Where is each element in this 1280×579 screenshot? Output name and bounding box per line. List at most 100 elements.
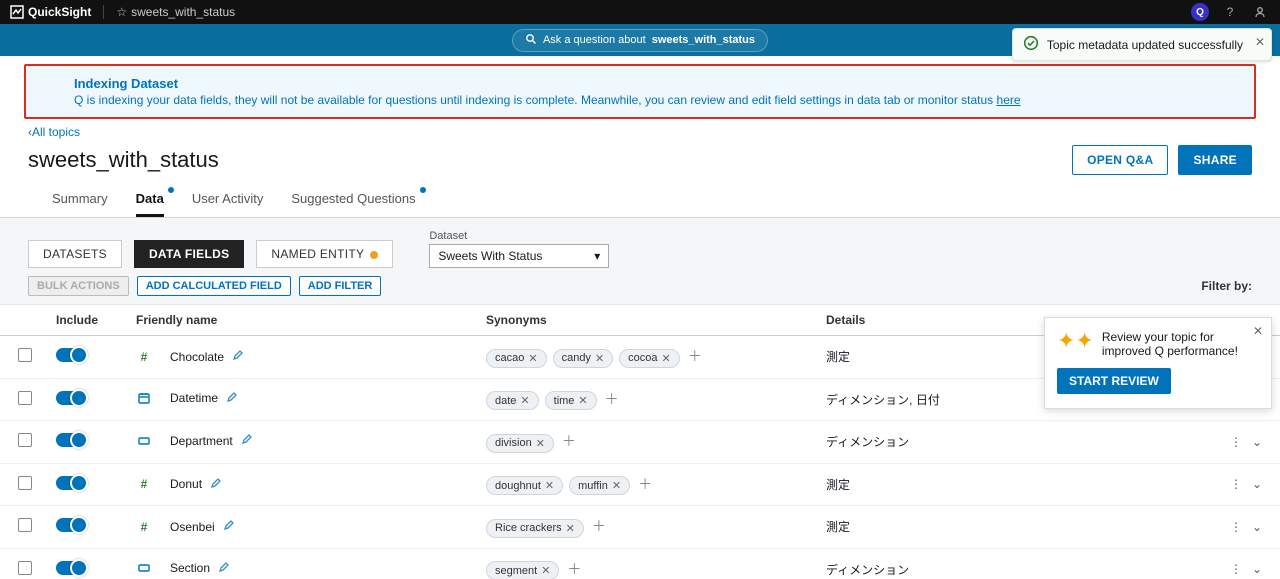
toast-close-icon[interactable]: ✕: [1255, 35, 1265, 49]
field-name: Chocolate: [170, 350, 224, 364]
q-badge[interactable]: Q: [1190, 2, 1210, 22]
edit-icon[interactable]: [241, 433, 253, 448]
synonym-chip[interactable]: muffin ✕: [569, 476, 630, 495]
start-review-button[interactable]: START REVIEW: [1057, 368, 1171, 394]
synonym-chip[interactable]: doughnut ✕: [486, 476, 563, 495]
row-kebab-icon[interactable]: ⋮: [1230, 562, 1242, 576]
row-kebab-icon[interactable]: ⋮: [1230, 435, 1242, 449]
row-checkbox[interactable]: [18, 391, 32, 405]
include-toggle[interactable]: [56, 518, 86, 532]
notice-title: Indexing Dataset: [74, 76, 1230, 91]
add-synonym-button[interactable]: ＋: [605, 391, 619, 407]
col-friendly-name: Friendly name: [130, 305, 480, 336]
open-qa-button[interactable]: OPEN Q&A: [1072, 145, 1168, 175]
edit-icon[interactable]: [226, 391, 238, 406]
chip-remove-icon[interactable]: ✕: [578, 394, 587, 407]
synonym-chip[interactable]: segment ✕: [486, 561, 559, 579]
tab-suggested-questions[interactable]: Suggested Questions: [291, 185, 415, 217]
app-topbar: QuickSight ☆ sweets_with_status Q ?: [0, 0, 1280, 24]
table-row: #Donut doughnut ✕muffin ✕＋測定⋮⌄: [0, 463, 1280, 506]
row-expand-icon[interactable]: ⌄: [1252, 477, 1262, 491]
chip-remove-icon[interactable]: ✕: [662, 352, 671, 365]
edit-icon[interactable]: [218, 561, 230, 576]
add-synonym-button[interactable]: ＋: [562, 433, 576, 449]
row-checkbox[interactable]: [18, 561, 32, 575]
row-expand-icon[interactable]: ⌄: [1252, 435, 1262, 449]
add-synonym-button[interactable]: ＋: [592, 518, 606, 534]
indexing-notice: Indexing Dataset Q is indexing your data…: [24, 64, 1256, 119]
review-line2: improved Q performance!: [1102, 344, 1238, 358]
include-toggle[interactable]: [56, 476, 86, 490]
row-checkbox[interactable]: [18, 476, 32, 490]
page-title: sweets_with_status: [28, 147, 1072, 173]
add-synonym-button[interactable]: ＋: [688, 348, 702, 364]
topic-tabs: Summary Data User Activity Suggested Que…: [0, 175, 1280, 218]
notice-link[interactable]: here: [997, 93, 1021, 107]
check-icon: [1023, 35, 1039, 54]
chip-remove-icon[interactable]: ✕: [536, 437, 545, 450]
brand[interactable]: QuickSight: [10, 5, 91, 19]
field-name: Datetime: [170, 391, 218, 405]
chip-remove-icon[interactable]: ✕: [528, 352, 537, 365]
synonym-chip[interactable]: cocoa ✕: [619, 349, 680, 368]
ask-bar: Ask a question about sweets_with_status …: [0, 24, 1280, 56]
synonym-chip[interactable]: date ✕: [486, 391, 539, 410]
review-close-icon[interactable]: ✕: [1253, 324, 1263, 338]
row-expand-icon[interactable]: ⌄: [1252, 520, 1262, 534]
subtab-data-fields[interactable]: DATA FIELDS: [134, 240, 244, 268]
chip-remove-icon[interactable]: ✕: [612, 479, 621, 492]
add-filter-button[interactable]: ADD FILTER: [299, 276, 382, 296]
row-checkbox[interactable]: [18, 518, 32, 532]
synonym-chip[interactable]: division ✕: [486, 434, 554, 453]
edit-icon[interactable]: [232, 349, 244, 364]
row-expand-icon[interactable]: ⌄: [1252, 562, 1262, 576]
include-toggle[interactable]: [56, 561, 86, 575]
edit-icon[interactable]: [210, 477, 222, 492]
help-icon[interactable]: ?: [1220, 2, 1240, 22]
tab-summary[interactable]: Summary: [52, 185, 108, 217]
subtab-datasets[interactable]: DATASETS: [28, 240, 122, 268]
chip-remove-icon[interactable]: ✕: [520, 394, 529, 407]
add-calculated-field-button[interactable]: ADD CALCULATED FIELD: [137, 276, 291, 296]
add-synonym-button[interactable]: ＋: [638, 476, 652, 492]
field-details: ディメンション: [820, 548, 1220, 579]
ask-question-button[interactable]: Ask a question about sweets_with_status: [512, 29, 768, 52]
chip-remove-icon[interactable]: ✕: [545, 479, 554, 492]
table-row: Section segment ✕＋ディメンション⋮⌄: [0, 548, 1280, 579]
include-toggle[interactable]: [56, 348, 86, 362]
add-synonym-button[interactable]: ＋: [567, 561, 581, 577]
chip-remove-icon[interactable]: ✕: [566, 522, 575, 535]
field-details: 測定: [820, 506, 1220, 549]
bookmark[interactable]: ☆ sweets_with_status: [116, 5, 235, 19]
edit-icon[interactable]: [223, 519, 235, 534]
row-kebab-icon[interactable]: ⋮: [1230, 520, 1242, 534]
table-row: # Osenbei Rice crackers ✕ ＋ 測定 ⋮ ⌄: [0, 506, 1280, 549]
search-icon: [525, 33, 537, 48]
tab-user-activity[interactable]: User Activity: [192, 185, 264, 217]
filter-by-label: Filter by:: [1201, 279, 1252, 293]
row-kebab-icon[interactable]: ⋮: [1230, 477, 1242, 491]
brand-label: QuickSight: [28, 5, 91, 19]
share-button[interactable]: SHARE: [1178, 145, 1252, 175]
notice-body: Q is indexing your data fields, they wil…: [74, 93, 1230, 107]
breadcrumb-back[interactable]: ‹All topics: [28, 125, 80, 139]
tab-data[interactable]: Data: [136, 185, 164, 217]
row-checkbox[interactable]: [18, 433, 32, 447]
chip-remove-icon[interactable]: ✕: [595, 352, 604, 365]
chip-remove-icon[interactable]: ✕: [541, 564, 550, 577]
include-toggle[interactable]: [56, 391, 86, 405]
synonym-chip[interactable]: candy ✕: [553, 349, 614, 368]
synonym-chip[interactable]: time ✕: [545, 391, 597, 410]
title-row: sweets_with_status OPEN Q&A SHARE: [0, 139, 1280, 175]
col-include: Include: [50, 305, 130, 336]
subtab-named-entity[interactable]: NAMED ENTITY: [256, 240, 393, 268]
row-checkbox[interactable]: [18, 348, 32, 362]
synonym-chip[interactable]: Rice crackers ✕: [486, 519, 584, 538]
user-icon[interactable]: [1250, 2, 1270, 22]
dataset-dropdown[interactable]: Sweets With Status ▾: [429, 244, 609, 268]
synonym-chip[interactable]: cacao ✕: [486, 349, 547, 368]
topbar-divider: [103, 5, 104, 19]
measure-icon: #: [136, 520, 152, 534]
field-name: Osenbei: [170, 520, 215, 534]
include-toggle[interactable]: [56, 433, 86, 447]
